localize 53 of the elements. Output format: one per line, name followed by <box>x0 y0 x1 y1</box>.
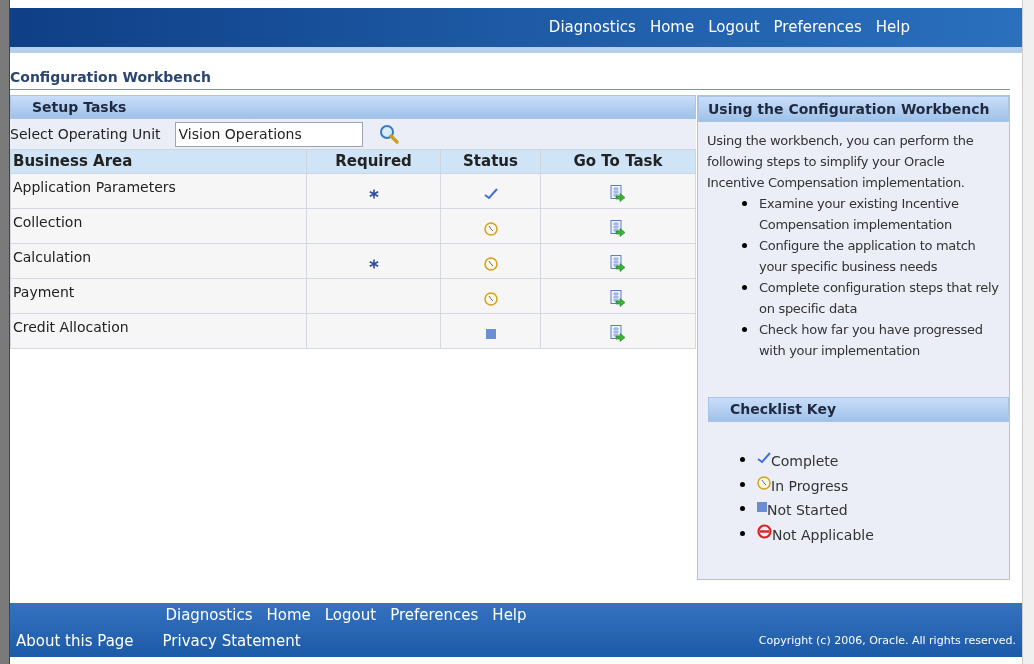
go-to-task-icon[interactable] <box>610 255 626 272</box>
key-label: Not Applicable <box>772 525 874 545</box>
help-step: Configure the application to match your specific business needs <box>759 235 1005 277</box>
section-header: Using the Configuration Workbench <box>698 96 1009 122</box>
footer-link[interactable]: Help <box>492 604 527 627</box>
help-step: Check how far you have progressed with your implementation <box>759 319 1005 361</box>
header-link[interactable]: Diagnostics <box>548 16 636 39</box>
asterisk-icon <box>368 258 379 269</box>
business-area-cell: Payment <box>13 284 75 300</box>
section-header: Checklist Key <box>708 397 1009 422</box>
bullet-icon <box>742 201 747 206</box>
bullet-icon <box>742 243 747 248</box>
search-icon[interactable] <box>378 124 399 144</box>
footer-link[interactable]: Privacy Statement <box>162 629 301 652</box>
business-area-cell: Credit Allocation <box>13 319 129 335</box>
help-step: Complete configuration steps that rely on specific data <box>759 277 1005 319</box>
copyright-text: Copyright (c) 2006, Oracle. All rights reserved. <box>758 632 1016 649</box>
key-label: In Progress <box>771 476 849 496</box>
go-to-task-icon[interactable] <box>610 325 626 342</box>
help-step: Examine your existing Incentive Compensation implementation <box>759 193 1005 235</box>
column-header: Required <box>306 149 441 174</box>
go-to-task-icon[interactable] <box>610 220 626 237</box>
operating-unit-field[interactable]: Vision Operations <box>174 121 363 147</box>
header-link[interactable]: Preferences <box>773 16 862 39</box>
business-area-cell: Collection <box>13 214 83 230</box>
footer-link[interactable]: Logout <box>324 604 377 627</box>
bullet-icon <box>740 481 745 487</box>
header-link[interactable]: Logout <box>708 16 760 39</box>
go-to-task-icon[interactable] <box>610 185 626 202</box>
header-link[interactable]: Help <box>875 16 910 39</box>
bullet-icon <box>740 530 745 536</box>
footer-link[interactable]: About this Page <box>16 629 134 652</box>
key-label: Complete <box>771 452 839 471</box>
column-header: Business Area <box>10 149 307 174</box>
asterisk-icon <box>368 188 379 199</box>
footer-link[interactable]: Home <box>266 604 311 627</box>
bullet-icon <box>740 506 745 511</box>
help-intro: Using the workbench, you can perform the following steps to simplify your Oracle Incentive Compensation implementation. <box>706 132 975 192</box>
key-label: Not Started <box>767 501 848 520</box>
go-to-task-icon[interactable] <box>610 290 626 307</box>
field-label: Select Operating Unit <box>10 124 161 144</box>
bullet-icon <box>742 285 747 290</box>
footer-link[interactable]: Diagnostics <box>165 604 253 627</box>
column-header: Status <box>440 149 541 174</box>
header-link[interactable]: Home <box>649 16 695 39</box>
footer-link[interactable]: Preferences <box>390 604 479 627</box>
section-header: Setup Tasks <box>10 95 696 119</box>
column-header: Go To Task <box>540 149 696 174</box>
bullet-icon <box>740 457 745 462</box>
bullet-icon <box>742 327 747 332</box>
business-area-cell: Application Parameters <box>13 179 176 195</box>
business-area-cell: Calculation <box>13 249 92 265</box>
page-title: Configuration Workbench <box>10 67 1010 90</box>
